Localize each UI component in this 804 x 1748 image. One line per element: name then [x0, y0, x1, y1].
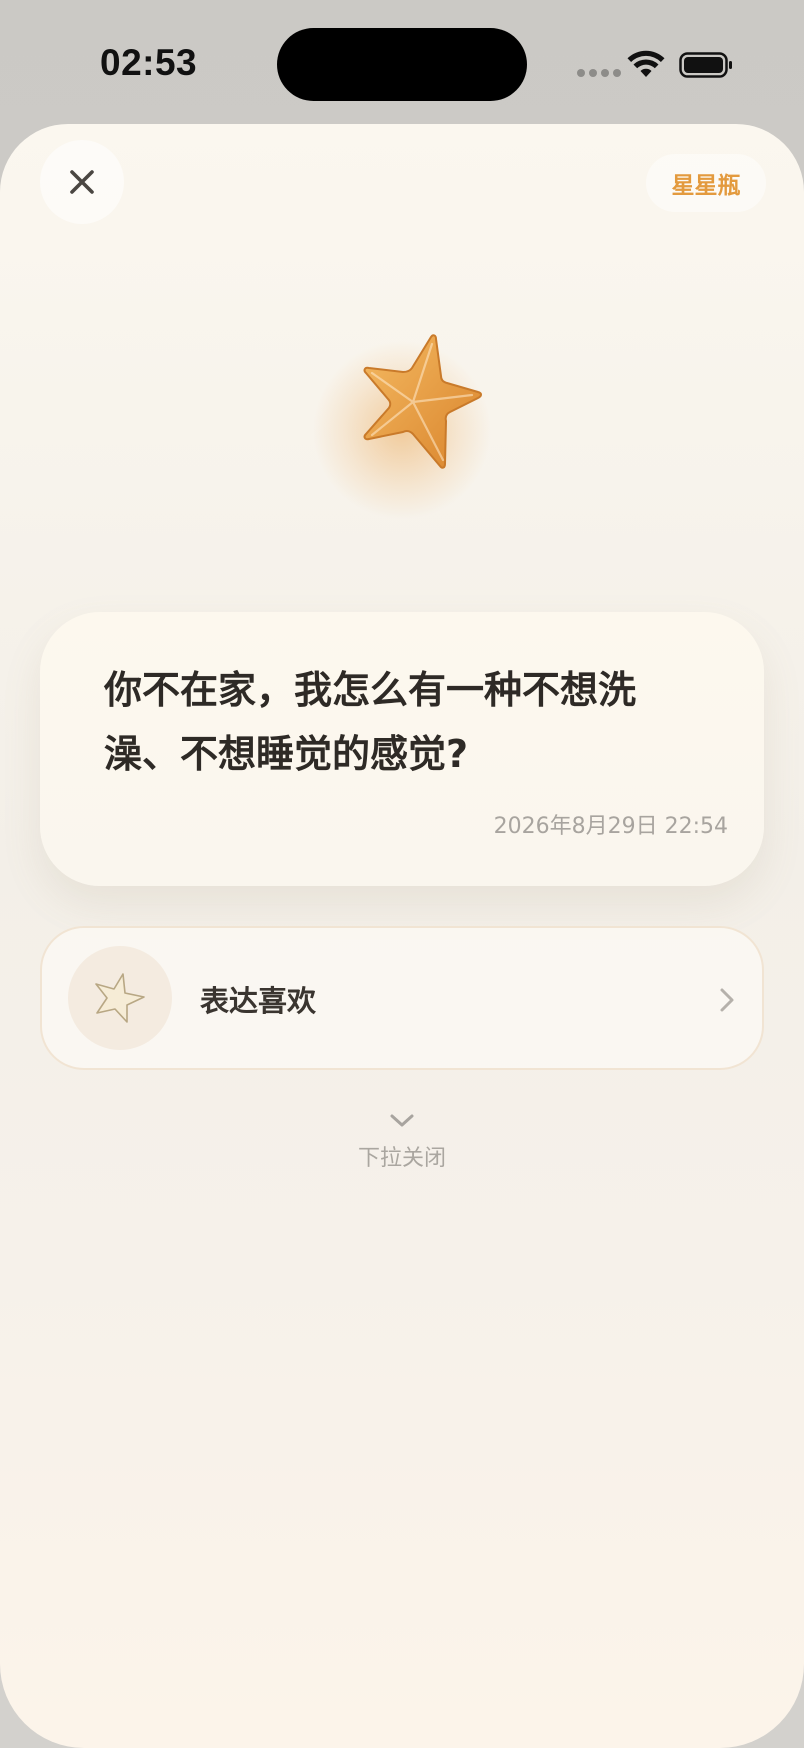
status-time: 02:53 [100, 42, 198, 83]
wifi-icon [627, 50, 665, 77]
dynamic-island [277, 28, 527, 101]
close-icon [70, 170, 94, 194]
chevron-down-icon [390, 1114, 414, 1127]
pull-to-close-hint: 下拉关闭 [357, 1146, 446, 1171]
star-detail-sheet: 星星瓶 你不在家，我怎么有一种不想洗澡、不想睡觉的感觉? 2026年8月29日 … [0, 124, 804, 1748]
star-jar-button[interactable]: 星星瓶 [646, 154, 766, 212]
message-card: 你不在家，我怎么有一种不想洗澡、不想睡觉的感觉? 2026年8月29日 22:5… [40, 612, 764, 886]
battery-icon [679, 52, 732, 78]
like-button[interactable]: 表达喜欢 [40, 926, 764, 1070]
chevron-right-icon [720, 988, 734, 1012]
message-date: 2026年8月29日 22:54 [493, 814, 728, 839]
screen: 02:53 星星瓶 你不在家，我怎么有一种不想洗澡、不想睡觉的感觉? 2026年… [0, 0, 804, 1748]
star-icon [363, 334, 482, 469]
star-outline-icon [95, 973, 145, 1023]
close-button[interactable] [40, 140, 124, 224]
like-label: 表达喜欢 [200, 984, 317, 1018]
message-text: 你不在家，我怎么有一种不想洗澡、不想睡觉的感觉? [104, 668, 637, 776]
like-icon-circle [68, 946, 172, 1050]
cellular-signal-icon [577, 69, 621, 77]
